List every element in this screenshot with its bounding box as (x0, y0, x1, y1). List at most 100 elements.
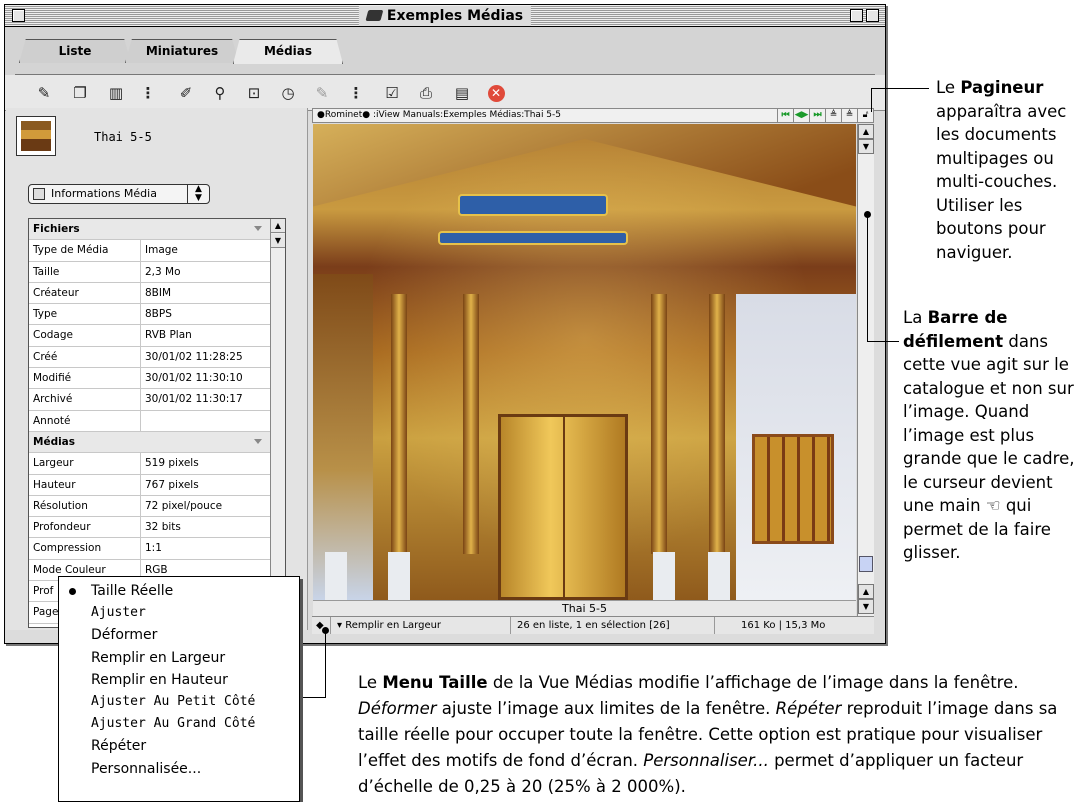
layer-icon[interactable]: ≜ (841, 109, 857, 122)
last-page-icon[interactable]: ⏭ (809, 109, 825, 122)
separator: ⋮ (348, 84, 364, 102)
scroll-down-icon[interactable]: ▼ (858, 139, 874, 154)
disclosure-triangle-icon[interactable] (254, 226, 262, 231)
selection-count: 26 en liste, 1 en sélection [26] (510, 617, 670, 634)
scroll-down-icon[interactable]: ▼ (271, 234, 285, 248)
property-name: Archivé (29, 389, 141, 410)
status-bar: ◆ ▾ Remplir en Largeur 26 en liste, 1 en… (312, 616, 874, 634)
scroll-up-icon[interactable]: ▲ (858, 584, 874, 599)
property-value: RVB Plan (145, 329, 192, 342)
tab-medias[interactable]: Médias (233, 39, 343, 64)
checked-bullet-icon (69, 588, 76, 595)
path-bar: ●Rominet● :iView Manuals:Exemples Médias… (312, 108, 874, 123)
property-value: 519 pixels (145, 457, 199, 470)
keyword-icon[interactable]: ⚲ (209, 83, 231, 103)
checkbox-icon[interactable]: ☑ (381, 83, 403, 103)
table-row: Hauteur 767 pixels (29, 474, 270, 496)
image-caption: Thai 5-5 (313, 600, 856, 616)
size-menu-annotation: Le Menu Taille de la Vue Médias modifie … (358, 673, 1058, 796)
property-name: Taille (29, 261, 141, 282)
zoom-box[interactable] (850, 9, 863, 22)
info-popup-button[interactable]: Informations Média ▲ ▼ (28, 184, 210, 204)
size-menu-item[interactable]: Taille Réelle (59, 580, 299, 602)
size-menu-item[interactable]: Déformer (59, 624, 299, 646)
table-row: Créateur 8BIM (29, 282, 270, 305)
size-menu-button[interactable]: ▾ Remplir en Largeur (330, 617, 441, 634)
scroll-down-icon[interactable]: ▼ (858, 599, 874, 614)
hand-icon: ☜ (985, 496, 1001, 515)
table-row: Modifié 30/01/02 11:30:10 (29, 368, 270, 390)
property-name: Annoté (29, 410, 141, 431)
size-menu: Taille Réelle Ajuster Déformer Remplir en L… (58, 576, 300, 802)
property-value: 2,3 Mo (145, 265, 181, 278)
label-icon[interactable]: ✐ (175, 83, 197, 103)
property-name: Compression (29, 538, 141, 559)
property-name: Largeur (29, 453, 141, 474)
property-name: Codage (29, 325, 141, 346)
book-icon[interactable]: ❐ (69, 83, 91, 103)
disclosure-triangle-icon[interactable] (254, 438, 262, 444)
size-menu-item[interactable]: Remplir en Largeur (59, 647, 299, 669)
toolbar: ✎ ❐ ▥ ⋮ ✐ ⚲ ⊡ ◷ ✎ ⋮ ☑ ⎙ ▤ ✕ (5, 75, 885, 111)
properties-scrollbar[interactable]: ▲ ▼ (270, 219, 285, 627)
file-path: ●Rominet● :iView Manuals:Exemples Médias… (317, 110, 562, 120)
scroll-up-icon[interactable]: ▲ (858, 124, 874, 139)
trash-icon[interactable]: ▥ (105, 83, 127, 103)
pager: ⏮ ◀▶ ⏭ ≜ ≜ 🔓︎ (777, 109, 873, 122)
size-menu-item[interactable]: Répéter (59, 735, 299, 757)
size-menu-item[interactable]: Remplir en Hauteur (59, 669, 299, 691)
table-row: Codage RVB Plan (29, 325, 270, 347)
layer-up-icon[interactable]: ≜ (825, 109, 841, 122)
table-row: Résolution 72 pixel/pouce (29, 495, 270, 518)
size-menu-item[interactable]: Personnalisée... (59, 758, 299, 780)
updown-arrow-icon: ▲ ▼ (187, 185, 209, 203)
size-menu-item[interactable]: Ajuster Au Grand Côté (59, 713, 299, 735)
property-value: 32 bits (145, 521, 181, 534)
book-icon (365, 10, 384, 21)
stamp-icon[interactable]: ✎ (33, 83, 55, 103)
movie-icon[interactable]: ▤ (451, 83, 473, 103)
tab-miniatures[interactable]: Miniatures (125, 39, 239, 63)
section-header[interactable]: Médias (29, 431, 270, 454)
clock-icon[interactable]: ◷ (277, 83, 299, 103)
print-icon[interactable]: ⎙ (415, 83, 437, 103)
tab-liste[interactable]: Liste (19, 39, 131, 63)
size-menu-item[interactable]: Ajuster (59, 602, 299, 624)
close-box[interactable] (12, 9, 25, 22)
window-title: Exemples Médias (358, 6, 532, 26)
property-value: 30/01/02 11:30:17 (145, 393, 243, 406)
thumbnail-name: Thai 5-5 (94, 130, 152, 144)
slideshow-icon[interactable]: ⊡ (243, 83, 265, 103)
table-row: Annoté (29, 410, 270, 432)
property-value: 8BIM (145, 286, 172, 299)
pager-annotation: Le Pagineur apparaîtra avec les document… (936, 78, 1067, 262)
property-value: 30/01/02 11:28:25 (145, 350, 243, 363)
scrollbar-annotation: La Barre de défilement dans cette vue ag… (903, 308, 1075, 562)
table-row: Archivé 30/01/02 11:30:17 (29, 389, 270, 411)
property-name: Modifié (29, 368, 141, 389)
media-image[interactable] (313, 124, 856, 600)
table-row: Profondeur 32 bits (29, 517, 270, 539)
property-value: 30/01/02 11:30:10 (145, 372, 243, 385)
media-thumbnail[interactable] (16, 116, 56, 156)
section-header[interactable]: Fichiers (29, 219, 270, 241)
prev-next-page-icon[interactable]: ◀▶ (793, 109, 809, 122)
table-row: Type 8BPS (29, 304, 270, 326)
tab-bar: Liste Miniatures Médias (5, 27, 885, 75)
properties-table[interactable]: Fichiers Type de Média Image Taille 2,3 Mo Cr… (28, 218, 286, 628)
table-row: Créé 30/01/02 11:28:25 (29, 346, 270, 369)
collapse-box[interactable] (866, 9, 879, 22)
property-value (141, 411, 145, 431)
brush-icon[interactable]: ✎ (311, 83, 333, 103)
property-name: Résolution (29, 495, 141, 517)
table-row: Compression 1:1 (29, 538, 270, 560)
catalog-scrollbar[interactable]: ▲ ▼ ▲ ▼ (857, 124, 874, 616)
size-menu-item[interactable]: Ajuster Au Petit Côté (59, 691, 299, 713)
stop-icon[interactable]: ✕ (485, 83, 507, 103)
info-icon (33, 188, 45, 200)
title-bar[interactable]: Exemples Médias (5, 5, 885, 27)
scroll-up-icon[interactable]: ▲ (271, 219, 285, 233)
property-value: 72 pixel/pouce (145, 499, 223, 512)
first-page-icon[interactable]: ⏮ (777, 109, 793, 122)
scroll-thumb[interactable] (859, 556, 873, 572)
